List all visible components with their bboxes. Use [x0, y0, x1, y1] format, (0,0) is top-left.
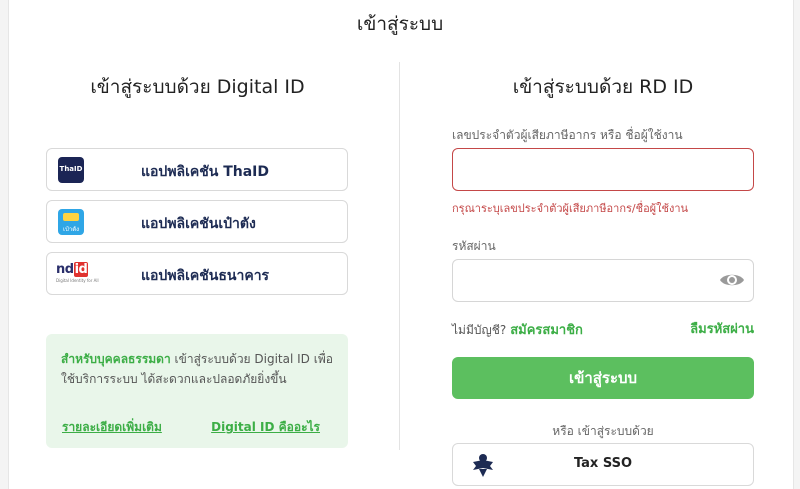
what-is-digital-id-link[interactable]: Digital ID คืออะไร: [211, 418, 320, 437]
column-divider: [399, 62, 400, 450]
register-line: ไม่มีบัญชี? สมัครสมาชิก: [452, 319, 583, 340]
paotang-logo-icon: เป๋าตัง: [58, 209, 84, 235]
bank-app-label: แอปพลิเคชันธนาคาร: [141, 268, 270, 284]
no-account-text: ไม่มีบัญชี?: [452, 323, 507, 337]
password-label: รหัสผ่าน: [452, 239, 496, 253]
info-highlight: สำหรับบุคคลธรรมดา: [61, 352, 171, 366]
username-input[interactable]: [452, 148, 754, 191]
eye-icon[interactable]: [719, 271, 745, 289]
username-label: เลขประจำตัวผู้เสียภาษีอากร หรือ ชื่อผู้ใ…: [452, 128, 683, 142]
tax-sso-label: Tax SSO: [573, 456, 633, 471]
login-button[interactable]: เข้าสู่ระบบ: [452, 357, 754, 399]
password-input[interactable]: [452, 259, 754, 302]
paotang-app-button[interactable]: เป๋าตัง แอปพลิเคชันเป๋าตัง: [46, 200, 348, 243]
username-error: กรุณาระบุเลขประจำตัวผู้เสียภาษีอากร/ชื่อ…: [452, 202, 689, 215]
details-link[interactable]: รายละเอียดเพิ่มเติม: [62, 418, 162, 437]
forgot-password-link[interactable]: ลืมรหัสผ่าน: [690, 318, 754, 339]
thaid-app-label: แอปพลิเคชัน ThaID: [141, 164, 270, 180]
page-title: เข้าสู่ระบบ: [356, 13, 444, 35]
register-link[interactable]: สมัครสมาชิก: [510, 323, 583, 338]
paotang-app-label: แอปพลิเคชันเป๋าตัง: [141, 216, 256, 232]
digital-id-title: เข้าสู่ระบบด้วย Digital ID: [90, 76, 305, 98]
bank-app-button[interactable]: ndid Digital Identity for All แอปพลิเคชั…: [46, 252, 348, 295]
thaid-logo-icon: ThaID: [58, 157, 84, 183]
rd-id-title: เข้าสู่ระบบด้วย RD ID: [512, 76, 694, 98]
thaid-app-button[interactable]: ThaID แอปพลิเคชัน ThaID: [46, 148, 348, 191]
ndid-logo-icon: ndid Digital Identity for All: [56, 262, 99, 283]
or-login-with-text: หรือ เข้าสู่ระบบด้วย: [552, 424, 654, 438]
tax-sso-button[interactable]: Tax SSO: [452, 443, 754, 486]
info-text: สำหรับบุคคลธรรมดา เข้าสู่ระบบด้วย Digita…: [61, 349, 337, 389]
digital-id-info-box: สำหรับบุคคลธรรมดา เข้าสู่ระบบด้วย Digita…: [46, 334, 348, 448]
